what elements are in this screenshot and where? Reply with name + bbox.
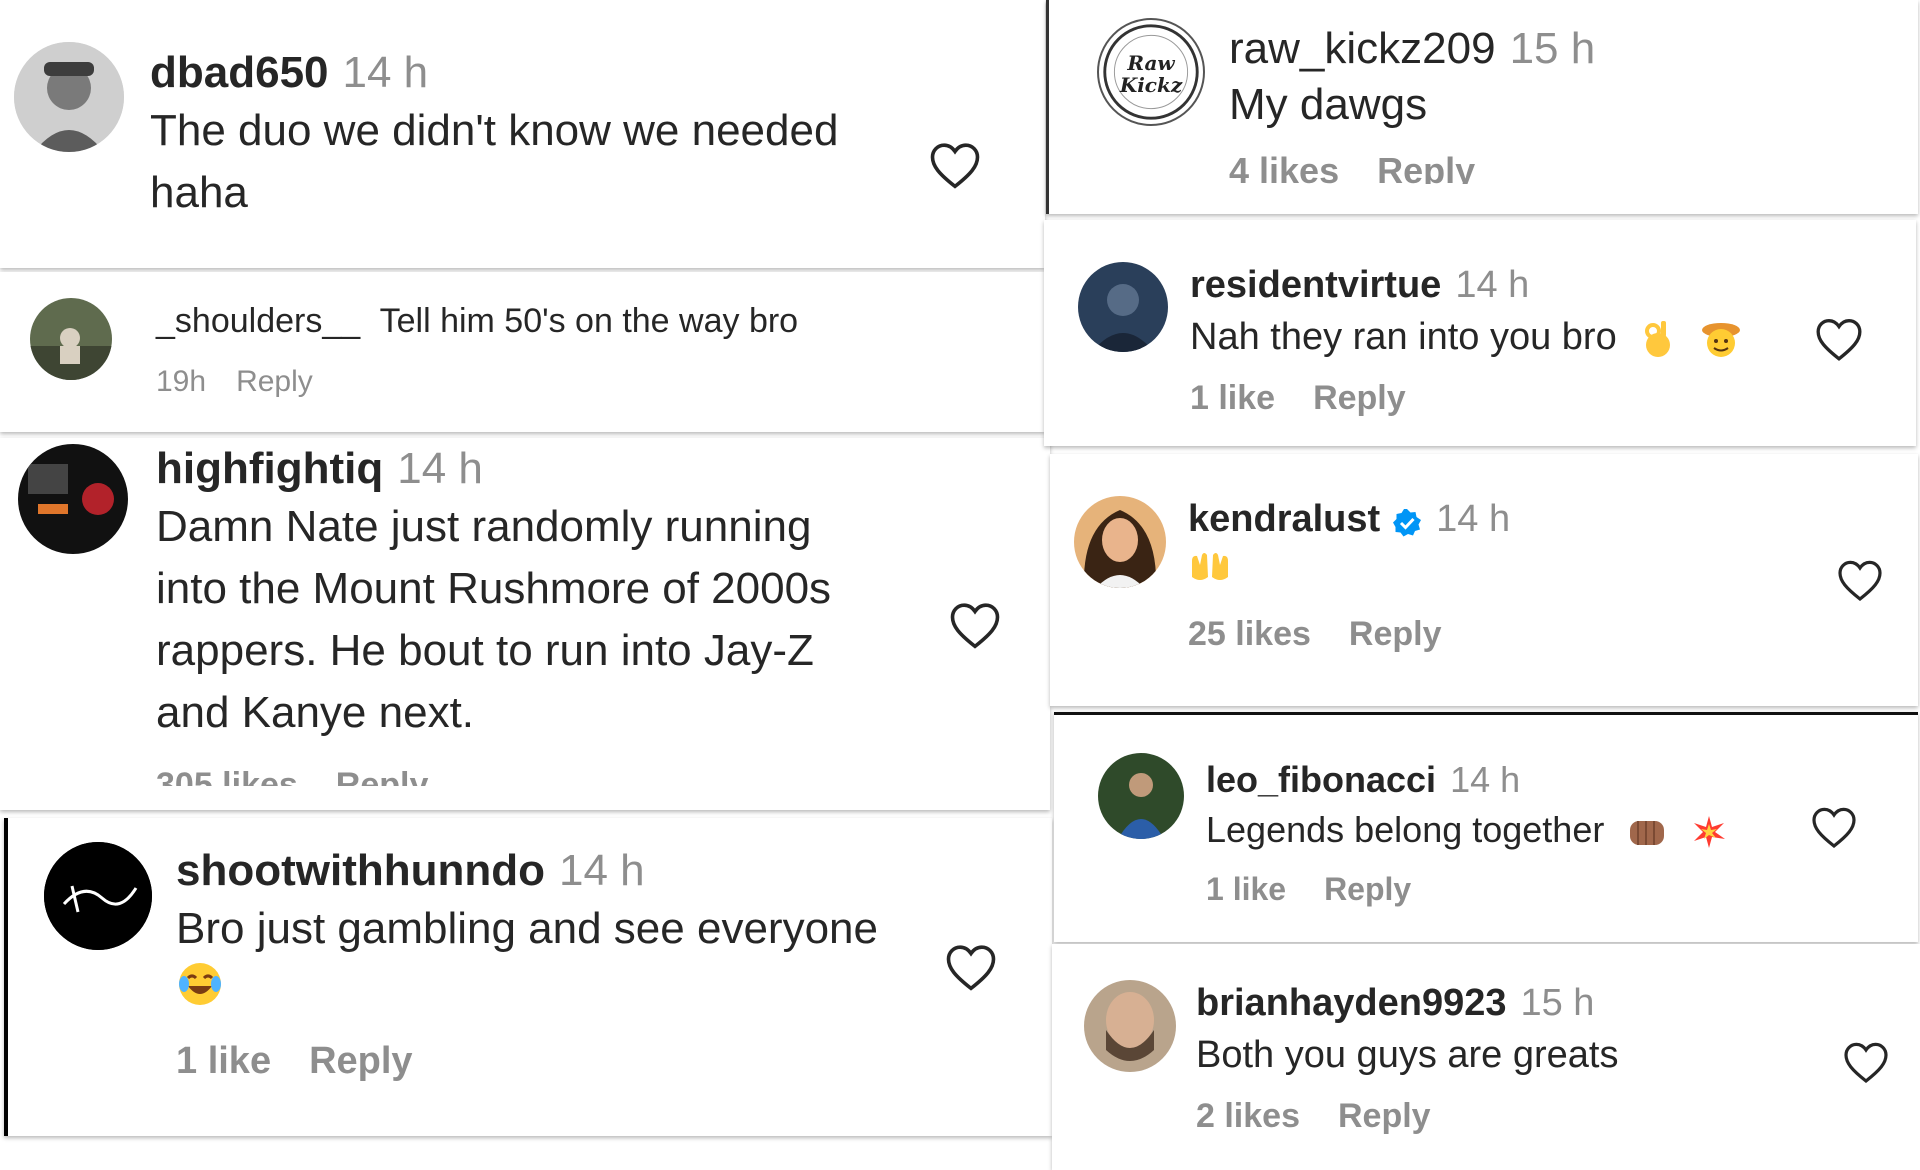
comment-text: Damn Nate just randomly running — [156, 502, 812, 551]
username[interactable]: brianhayden9923 — [1196, 982, 1506, 1025]
likes-count[interactable]: 305 likes — [156, 766, 298, 786]
comment-card-dbad650: dbad650 14 h The duo we didn't know we n… — [0, 0, 1045, 268]
timestamp: 15 h — [1520, 982, 1595, 1024]
avatar[interactable] — [30, 298, 112, 380]
comment-card-highfightiq: highfightiq 14 h Damn Nate just randomly… — [0, 438, 1050, 810]
cowboy-face-emoji — [1700, 319, 1742, 359]
avatar[interactable] — [14, 42, 124, 152]
username[interactable]: _shoulders__ — [156, 302, 360, 340]
comment-card-brianhayden9923: brianhayden9923 15 h Both you guys are g… — [1052, 944, 1920, 1170]
reply-button[interactable]: Reply — [1313, 379, 1406, 418]
reply-button[interactable]: Reply — [1324, 871, 1411, 908]
timestamp: 14 h — [1436, 498, 1511, 540]
username[interactable]: raw_kickz209 — [1229, 24, 1496, 74]
timestamp: 14 h — [559, 846, 645, 895]
likes-count[interactable]: 25 likes — [1188, 615, 1311, 654]
collision-emoji — [1692, 815, 1726, 849]
like-heart-icon[interactable] — [948, 600, 1002, 650]
like-heart-icon[interactable] — [1842, 1040, 1890, 1084]
comment-card-shootwithhunndo: shootwithhunndo 14 h Bro just gambling a… — [4, 818, 1052, 1136]
comment-text: Bro just gambling and see everyone — [176, 904, 878, 953]
likes-count[interactable]: 1 like — [176, 1040, 271, 1083]
username[interactable]: shootwithhunndo — [176, 846, 545, 896]
laughing-tears-emoji — [176, 960, 976, 1018]
timestamp: 14 h — [1450, 759, 1521, 800]
comment-text: and Kanye next. — [156, 688, 475, 737]
likes-count[interactable]: 4 likes — [1229, 150, 1339, 184]
timestamp: 19h — [156, 365, 207, 398]
avatar[interactable] — [18, 444, 128, 554]
comment-text: into the Mount Rushmore of 2000s — [156, 564, 832, 613]
comment-card-raw-kickz209: Raw Kickz raw_kickz209 15 h My dawgs 4 l… — [1046, 0, 1918, 214]
reply-button[interactable]: Reply — [336, 766, 429, 786]
comment-text: Both you guys are greats — [1196, 1034, 1619, 1076]
fist-bump-emoji — [1628, 815, 1668, 849]
comment-card-residentvirtue: residentvirtue 14 h Nah they ran into yo… — [1044, 220, 1916, 446]
like-heart-icon[interactable] — [928, 140, 982, 190]
avatar[interactable] — [1078, 262, 1168, 352]
comment-card-leo-fibonacci: leo_fibonacci 14 h Legends belong togeth… — [1054, 712, 1918, 942]
like-heart-icon[interactable] — [944, 942, 998, 992]
avatar[interactable] — [1098, 753, 1184, 839]
avatar-logo-text: Raw Kickz — [1119, 51, 1183, 97]
reply-button[interactable]: Reply — [1377, 150, 1475, 184]
timestamp: 14 h — [342, 48, 429, 97]
comment-card-kendralust: kendralust 14 h 25 likes Reply — [1050, 454, 1918, 706]
timestamp: 15 h — [1509, 24, 1596, 73]
timestamp: 14 h — [397, 444, 483, 493]
username[interactable]: highfightiq — [156, 444, 383, 494]
username[interactable]: kendralust — [1188, 498, 1380, 541]
reply-button[interactable]: Reply — [1338, 1097, 1431, 1136]
reply-button[interactable]: Reply — [309, 1040, 412, 1083]
avatar[interactable] — [1074, 496, 1166, 588]
comment-text: Tell him 50's on the way bro — [379, 302, 799, 340]
comment-text: The duo we didn't know we needed — [150, 106, 839, 155]
reply-button[interactable]: Reply — [236, 365, 313, 399]
raised-hands-emoji — [1188, 547, 1828, 603]
timestamp: 14 h — [1455, 264, 1530, 306]
avatar[interactable] — [44, 842, 152, 950]
username[interactable]: residentvirtue — [1190, 264, 1441, 307]
username[interactable]: leo_fibonacci — [1206, 759, 1436, 801]
likes-count[interactable]: 1 like — [1190, 379, 1275, 418]
like-heart-icon[interactable] — [1836, 558, 1884, 602]
comment-text: Nah they ran into you bro — [1190, 316, 1617, 358]
likes-count[interactable]: 2 likes — [1196, 1097, 1300, 1136]
comment-text: rappers. He bout to run into Jay-Z — [156, 626, 814, 675]
verified-badge-icon — [1392, 505, 1422, 536]
comment-text: Legends belong together — [1206, 809, 1605, 850]
comment-card-shoulders: _shoulders__ Tell him 50's on the way br… — [0, 272, 1045, 432]
ok-hand-emoji — [1641, 319, 1675, 359]
avatar[interactable] — [1084, 980, 1176, 1072]
comment-text: haha — [150, 168, 248, 217]
likes-count[interactable]: 1 like — [1206, 871, 1286, 908]
reply-button[interactable]: Reply — [1349, 615, 1442, 654]
avatar[interactable]: Raw Kickz — [1097, 18, 1205, 126]
comment-text: My dawgs — [1229, 80, 1428, 129]
like-heart-icon[interactable] — [1814, 316, 1864, 362]
username[interactable]: dbad650 — [150, 48, 329, 98]
like-heart-icon[interactable] — [1810, 805, 1858, 849]
